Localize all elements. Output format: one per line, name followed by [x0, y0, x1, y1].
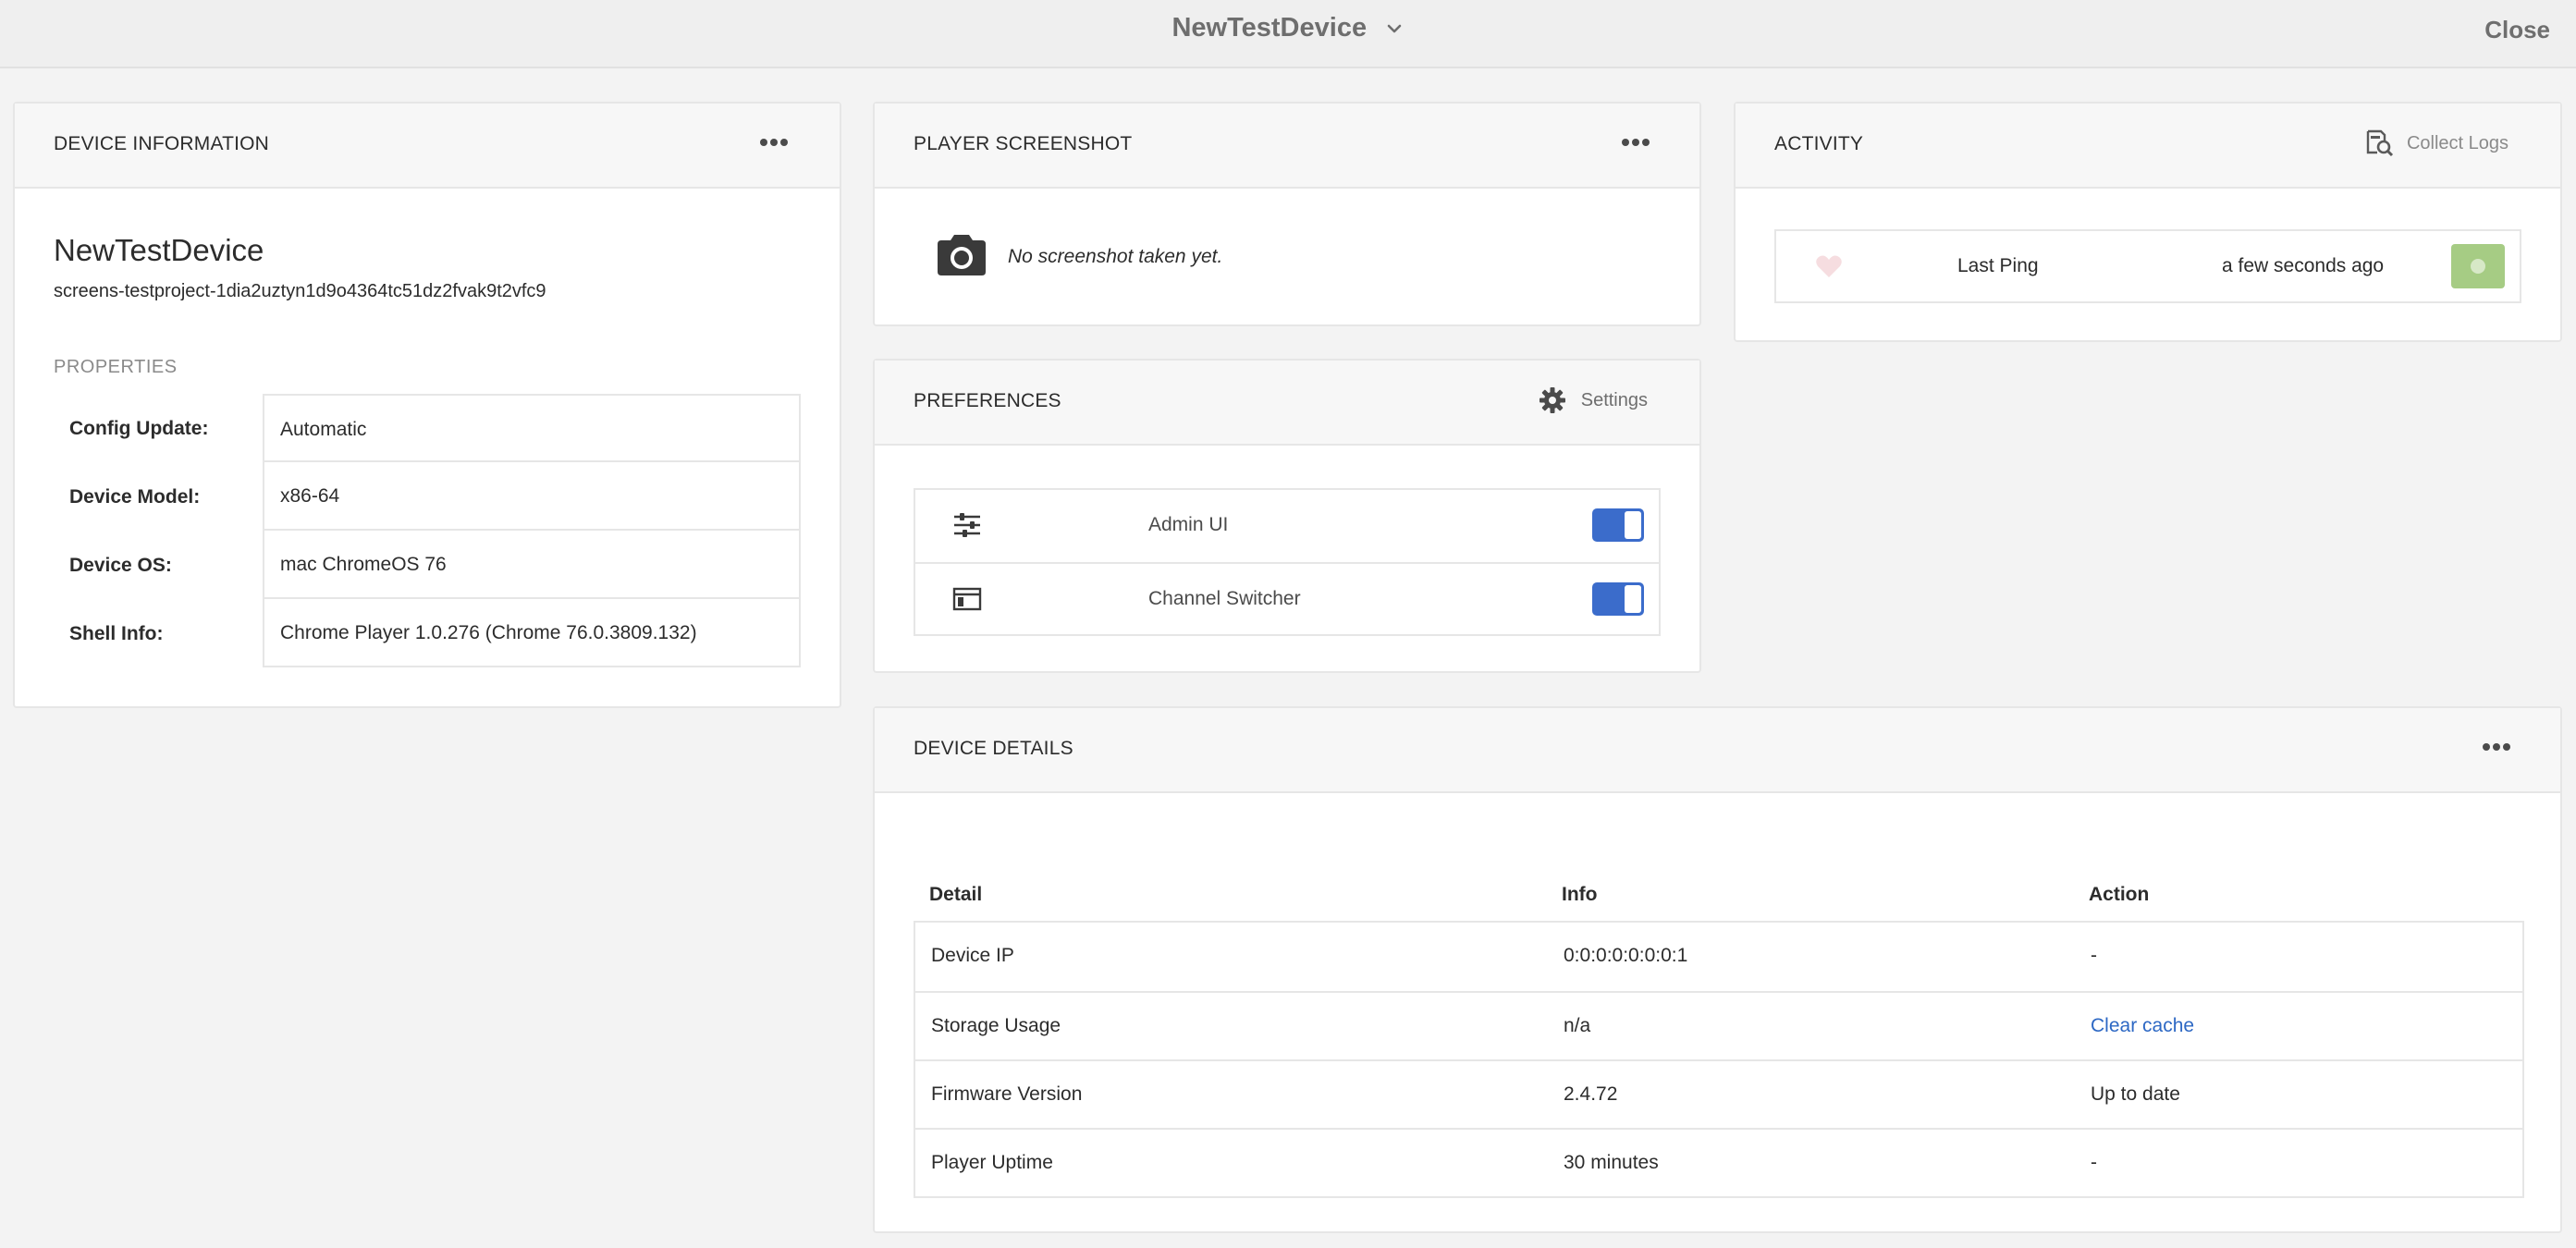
status-ok-badge [2451, 244, 2505, 288]
card-header: PLAYER SCREENSHOT [875, 104, 1699, 189]
last-ping-row: Last Ping a few seconds ago [1774, 229, 2521, 303]
close-button[interactable]: Close [2484, 16, 2550, 44]
player-screenshot-card: PLAYER SCREENSHOT No screenshot taken ye… [873, 102, 1701, 326]
last-ping-time: a few seconds ago [2222, 255, 2385, 276]
property-row: Config Update: Automatic [54, 394, 801, 462]
table-row: Player Uptime 30 minutes - [915, 1128, 2522, 1196]
property-key: Device OS: [69, 555, 172, 576]
gear-icon [1539, 387, 1565, 413]
preference-row-admin-ui: Admin UI [915, 490, 1659, 562]
activity-card: ACTIVITY Collect Logs Last Ping a few se… [1734, 102, 2562, 342]
top-bar: NewTestDevice Close [0, 0, 2576, 68]
more-options-icon[interactable] [1620, 139, 1651, 148]
table-row: Firmware Version 2.4.72 Up to date [915, 1059, 2522, 1128]
device-name: NewTestDevice [54, 233, 264, 267]
card-title: PREFERENCES [914, 390, 1061, 411]
property-value: Automatic [263, 394, 801, 462]
device-details-table: Detail Info Action Device IP 0:0:0:0:0:0… [914, 875, 2524, 1198]
settings-button[interactable]: Settings [1539, 387, 1648, 413]
collect-logs-label: Collect Logs [2406, 133, 2509, 153]
device-title-dropdown[interactable]: NewTestDevice [0, 13, 2576, 43]
sliders-icon [954, 513, 980, 537]
preference-label: Channel Switcher [1148, 588, 1301, 609]
column-header: Action [2089, 884, 2150, 905]
camera-icon [938, 235, 986, 275]
channel-switcher-icon [952, 587, 982, 611]
property-row: Device OS: mac ChromeOS 76 [54, 531, 801, 599]
device-id: screens-testproject-1dia2uztyn1d9o4364tc… [54, 281, 546, 301]
column-header: Info [1562, 884, 1598, 905]
detail-cell: Firmware Version [931, 1083, 1083, 1105]
heart-icon [1816, 255, 1842, 277]
info-cell: n/a [1564, 1015, 1591, 1036]
property-row: Shell Info: Chrome Player 1.0.276 (Chrom… [54, 599, 801, 667]
check-icon [2471, 259, 2485, 274]
admin-ui-toggle[interactable] [1592, 508, 1644, 542]
property-key: Device Model: [69, 486, 201, 508]
preferences-list: Admin UI Channel Switcher [914, 488, 1661, 636]
card-title: PLAYER SCREENSHOT [914, 133, 1133, 154]
device-details-card: DEVICE DETAILS Detail Info Action Device… [873, 706, 2562, 1233]
card-header: ACTIVITY Collect Logs [1736, 104, 2560, 189]
no-screenshot-text: No screenshot taken yet. [1008, 246, 1223, 267]
detail-cell: Player Uptime [931, 1152, 1053, 1173]
action-cell: Up to date [2091, 1083, 2180, 1105]
table-body: Device IP 0:0:0:0:0:0:0:1 - Storage Usag… [914, 921, 2524, 1198]
chevron-down-icon [1387, 24, 1401, 32]
detail-cell: Device IP [931, 945, 1014, 966]
card-header: PREFERENCES Settings [875, 361, 1699, 446]
table-row: Storage Usage n/a Clear cache [915, 991, 2522, 1059]
property-key: Config Update: [69, 418, 209, 439]
settings-label: Settings [1580, 390, 1648, 410]
property-key: Shell Info: [69, 623, 164, 644]
properties-heading: PROPERTIES [54, 357, 178, 377]
card-title: ACTIVITY [1774, 133, 1864, 154]
preferences-card: PREFERENCES Settings Admin UI Channel Sw… [873, 359, 1701, 673]
detail-cell: Storage Usage [931, 1015, 1061, 1036]
collect-logs-icon [2366, 129, 2393, 157]
properties-table: Config Update: Automatic Device Model: x… [54, 394, 801, 667]
card-header: DEVICE DETAILS [875, 708, 2560, 793]
table-row: Device IP 0:0:0:0:0:0:0:1 - [915, 923, 2522, 991]
property-row: Device Model: x86-64 [54, 462, 801, 531]
more-options-icon[interactable] [2481, 743, 2512, 752]
action-cell: - [2091, 945, 2097, 966]
property-value: Chrome Player 1.0.276 (Chrome 76.0.3809.… [263, 599, 801, 667]
info-cell: 30 minutes [1564, 1152, 1659, 1173]
property-value: mac ChromeOS 76 [263, 531, 801, 599]
device-information-card: DEVICE INFORMATION NewTestDevice screens… [13, 102, 841, 708]
device-title: NewTestDevice [1171, 13, 1368, 43]
column-header: Detail [929, 884, 983, 905]
action-cell: - [2091, 1152, 2097, 1173]
clear-cache-link[interactable]: Clear cache [2091, 1015, 2194, 1037]
preference-label: Admin UI [1148, 514, 1229, 535]
channel-switcher-toggle[interactable] [1592, 582, 1644, 616]
last-ping-label: Last Ping [1957, 255, 2039, 276]
card-title: DEVICE INFORMATION [54, 133, 270, 154]
info-cell: 0:0:0:0:0:0:0:1 [1564, 945, 1688, 966]
card-header: DEVICE INFORMATION [15, 104, 840, 189]
collect-logs-button[interactable]: Collect Logs [2366, 129, 2509, 157]
info-cell: 2.4.72 [1564, 1083, 1618, 1105]
more-options-icon[interactable] [758, 139, 790, 148]
property-value: x86-64 [263, 462, 801, 531]
card-title: DEVICE DETAILS [914, 738, 1073, 759]
table-header: Detail Info Action [914, 875, 2524, 921]
preference-row-channel-switcher: Channel Switcher [915, 562, 1659, 634]
